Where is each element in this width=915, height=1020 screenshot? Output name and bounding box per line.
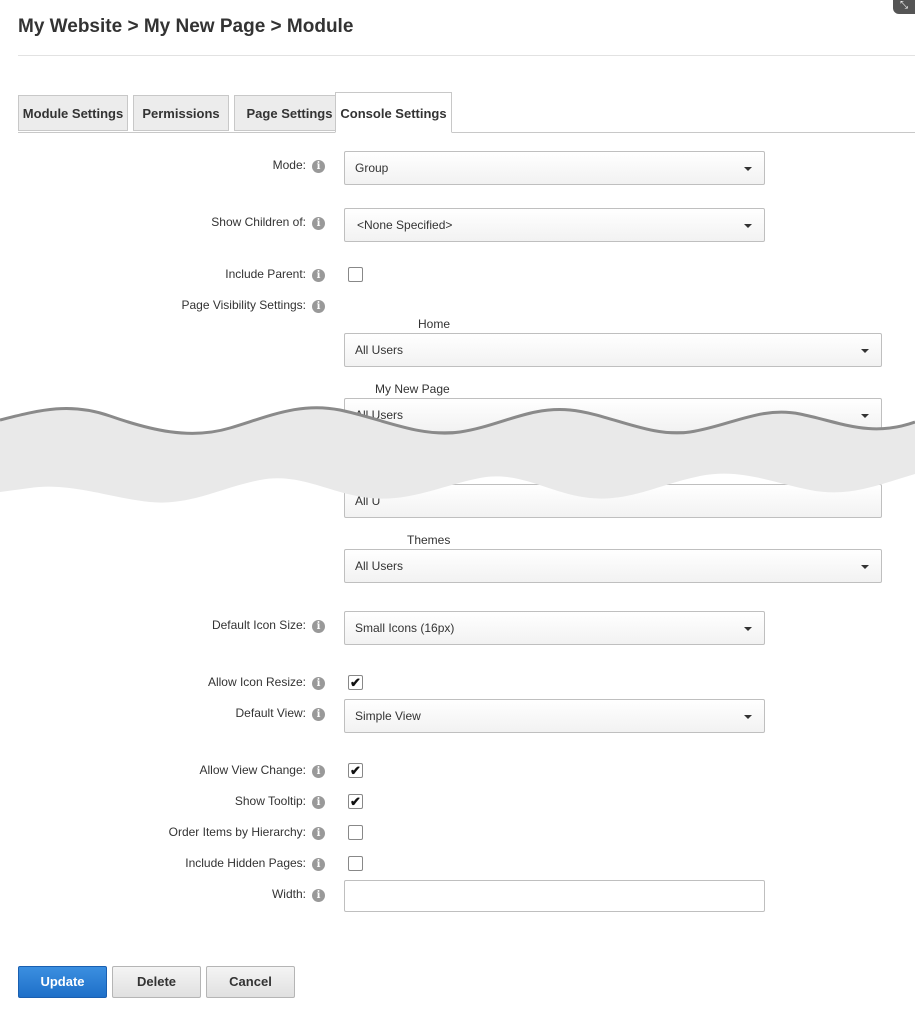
info-icon[interactable]: i bbox=[312, 160, 325, 173]
tab-bar: Module Settings Permissions Page Setting… bbox=[18, 92, 915, 133]
visibility-value: All Users bbox=[355, 559, 404, 573]
mode-value: Group bbox=[355, 161, 389, 175]
tab-permissions[interactable]: Permissions bbox=[133, 95, 229, 131]
mode-select[interactable]: Group bbox=[344, 151, 765, 185]
info-icon[interactable]: i bbox=[312, 620, 325, 633]
order-items-checkbox[interactable] bbox=[348, 825, 363, 840]
info-icon[interactable]: i bbox=[312, 796, 325, 809]
show-tooltip-checkbox[interactable]: ✔ bbox=[348, 794, 363, 809]
include-hidden-checkbox[interactable] bbox=[348, 856, 363, 871]
default-icon-size-label: Default Icon Size: bbox=[211, 618, 306, 632]
info-icon[interactable]: i bbox=[312, 217, 325, 230]
page-name-home: Home bbox=[418, 317, 451, 331]
divider bbox=[18, 132, 915, 133]
allow-view-change-checkbox[interactable]: ✔ bbox=[348, 763, 363, 778]
update-button[interactable]: Update bbox=[18, 966, 107, 998]
allow-icon-resize-label: Allow Icon Resize: bbox=[207, 675, 306, 689]
info-icon[interactable]: i bbox=[312, 269, 325, 282]
show-tooltip-label: Show Tooltip: bbox=[234, 794, 306, 808]
default-icon-size-value: Small Icons (16px) bbox=[355, 621, 455, 635]
divider bbox=[18, 55, 915, 56]
info-icon[interactable]: i bbox=[312, 827, 325, 840]
default-icon-size-select[interactable]: Small Icons (16px) bbox=[344, 611, 765, 645]
chevron-down-icon bbox=[744, 224, 752, 228]
info-icon[interactable]: i bbox=[312, 300, 325, 313]
tab-module-settings[interactable]: Module Settings bbox=[18, 95, 128, 131]
tab-page-settings[interactable]: Page Settings bbox=[234, 95, 345, 131]
default-view-value: Simple View bbox=[355, 709, 421, 723]
info-icon[interactable]: i bbox=[312, 708, 325, 721]
chevron-down-icon bbox=[744, 715, 752, 719]
show-children-select[interactable]: <None Specified> bbox=[344, 208, 765, 242]
visibility-select-home[interactable]: All Users bbox=[344, 333, 882, 367]
chevron-down-icon bbox=[744, 167, 752, 171]
default-view-label: Default View: bbox=[235, 706, 306, 720]
allow-view-change-label: Allow View Change: bbox=[199, 763, 306, 777]
page-visibility-label: Page Visibility Settings: bbox=[181, 298, 306, 312]
include-hidden-label: Include Hidden Pages: bbox=[185, 856, 306, 870]
mode-label: Mode: bbox=[272, 158, 306, 172]
page-name-my-new-page: My New Page bbox=[375, 382, 450, 396]
torn-edge bbox=[0, 406, 915, 503]
default-view-select[interactable]: Simple View bbox=[344, 699, 765, 733]
page-name-themes: Themes bbox=[407, 533, 451, 547]
collapse-icon[interactable]: ⤡ bbox=[893, 0, 915, 14]
allow-icon-resize-checkbox[interactable]: ✔ bbox=[348, 675, 363, 690]
width-label: Width: bbox=[271, 887, 306, 901]
visibility-select-themes[interactable]: All Users bbox=[344, 549, 882, 583]
info-icon[interactable]: i bbox=[312, 858, 325, 871]
info-icon[interactable]: i bbox=[312, 765, 325, 778]
cancel-button[interactable]: Cancel bbox=[206, 966, 295, 998]
chevron-down-icon bbox=[861, 349, 869, 353]
chevron-down-icon bbox=[861, 565, 869, 569]
show-children-value: <None Specified> bbox=[357, 218, 453, 232]
delete-button[interactable]: Delete bbox=[112, 966, 201, 998]
width-input[interactable] bbox=[344, 880, 765, 912]
page-title: My Website > My New Page > Module bbox=[18, 16, 354, 37]
include-parent-label: Include Parent: bbox=[225, 267, 306, 281]
info-icon[interactable]: i bbox=[312, 889, 325, 902]
info-icon[interactable]: i bbox=[312, 677, 325, 690]
order-items-label: Order Items by Hierarchy: bbox=[168, 825, 306, 839]
include-parent-checkbox[interactable] bbox=[348, 267, 363, 282]
visibility-value: All Users bbox=[355, 343, 404, 357]
show-children-label: Show Children of: bbox=[211, 215, 306, 229]
tab-console-settings[interactable]: Console Settings bbox=[335, 92, 452, 133]
chevron-down-icon bbox=[744, 627, 752, 631]
